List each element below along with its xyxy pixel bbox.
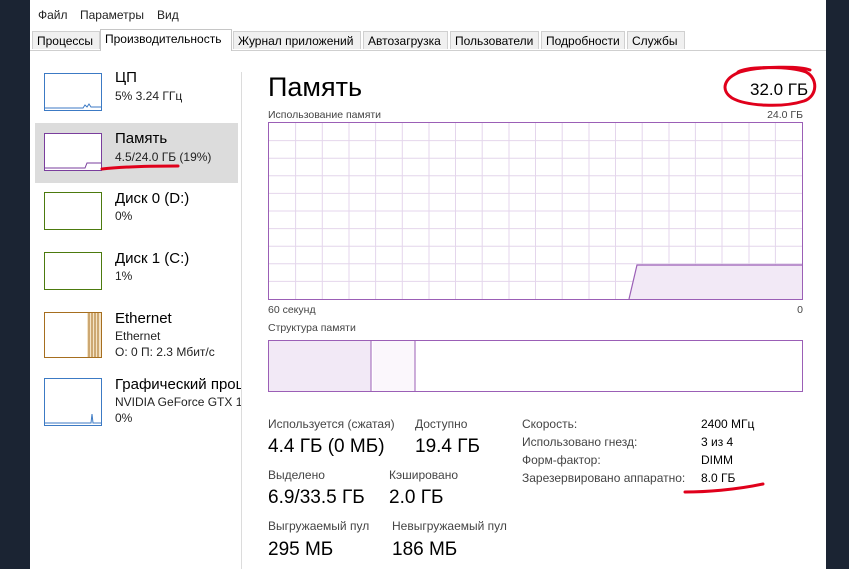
reserved-label: Зарезервировано аппаратно: [522,471,686,485]
sidebar-item-memory[interactable]: Память 4.5/24.0 ГБ (19%) [35,123,238,183]
speed-value: 2400 МГц [701,417,755,431]
sidebar-disk1-title: Диск 1 (C:) [115,250,190,267]
ethernet-mini-graph [44,312,102,358]
sidebar-item-ethernet[interactable]: Ethernet Ethernet О: 0 П: 2.3 Мбит/с [35,303,238,365]
cached-label: Кэшировано [389,468,459,482]
sidebar-divider [241,72,242,569]
committed-label: Выделено [268,468,325,482]
sidebar-gpu-title: Графический процессор [115,376,242,393]
menu-params[interactable]: Параметры [80,8,144,22]
slots-label: Использовано гнезд: [522,435,638,449]
sidebar-item-disk0[interactable]: Диск 0 (D:) 0% [35,183,238,243]
in-use-value: 4.4 ГБ (0 МБ) [268,436,385,457]
usage-graph-label: Использование памяти [268,109,382,121]
paged-pool-value: 295 МБ [268,539,334,560]
sidebar-ethernet-rate: О: 0 П: 2.3 Мбит/с [115,345,215,359]
memory-usage-graph [268,122,803,300]
sidebar-cpu-sub: 5% 3.24 ГГц [115,89,183,103]
memory-structure-bar [268,340,803,392]
tab-services[interactable]: Службы [627,31,685,49]
available-label: Доступно [415,417,468,431]
gpu-mini-graph [44,378,102,426]
sidebar-item-disk1[interactable]: Диск 1 (C:) 1% [35,243,238,303]
cpu-mini-graph [44,73,102,111]
slots-value: 3 из 4 [701,435,734,449]
tab-details[interactable]: Подробности [541,31,625,49]
x-axis-right: 0 [797,304,803,316]
tab-startup[interactable]: Автозагрузка [363,31,448,49]
page-title: Память [268,72,363,102]
x-axis-left: 60 секунд [268,304,316,316]
in-use-label: Используется (сжатая) [268,417,395,431]
memory-panel: Память 32.0 ГБ Использование памяти 24.0… [252,51,826,569]
sidebar-disk0-title: Диск 0 (D:) [115,190,190,207]
sidebar-memory-sub: 4.5/24.0 ГБ (19%) [115,150,212,164]
tab-app-history[interactable]: Журнал приложений [233,31,361,49]
tab-processes[interactable]: Процессы [32,31,100,49]
usage-graph-max: 24.0 ГБ [767,109,803,121]
sidebar-ethernet-sub: Ethernet [115,329,161,343]
tab-performance[interactable]: Производительность [100,29,232,51]
tab-bar: Процессы Производительность Журнал прило… [30,29,826,51]
form-factor-value: DIMM [701,453,733,467]
sidebar-gpu-sub2: 0% [115,411,133,425]
nonpaged-pool-label: Невыгружаемый пул [392,519,507,533]
cached-value: 2.0 ГБ [389,487,444,508]
memory-mini-graph [44,133,102,171]
sidebar-item-gpu[interactable]: Графический процессор NVIDIA GeForce GTX… [35,369,242,433]
sidebar-item-cpu[interactable]: ЦП 5% 3.24 ГГц [35,63,238,123]
menu-file[interactable]: Файл [38,8,68,22]
paged-pool-label: Выгружаемый пул [268,519,370,533]
form-factor-label: Форм-фактор: [522,453,601,467]
sidebar-cpu-title: ЦП [115,69,137,86]
task-manager-window: Файл Параметры Вид Процессы Производител… [30,0,826,569]
speed-label: Скорость: [522,417,578,431]
sidebar-disk0-sub: 0% [115,209,133,223]
disk0-mini-graph [44,192,102,230]
reserved-value: 8.0 ГБ [701,471,736,485]
structure-label: Структура памяти [268,322,356,334]
available-value: 19.4 ГБ [415,436,481,457]
sidebar-memory-title: Память [115,130,168,147]
menu-bar: Файл Параметры Вид [30,0,826,30]
sidebar-gpu-sub: NVIDIA GeForce GTX 10 [115,395,242,409]
resource-sidebar: ЦП 5% 3.24 ГГц Память 4.5/24.0 ГБ (19%) … [30,51,242,569]
total-memory: 32.0 ГБ [750,80,809,99]
committed-value: 6.9/33.5 ГБ [268,487,365,508]
nonpaged-pool-value: 186 МБ [392,539,458,560]
disk1-mini-graph [44,252,102,290]
sidebar-disk1-sub: 1% [115,269,133,283]
sidebar-ethernet-title: Ethernet [115,310,172,327]
menu-view[interactable]: Вид [157,8,179,22]
tab-users[interactable]: Пользователи [450,31,539,49]
